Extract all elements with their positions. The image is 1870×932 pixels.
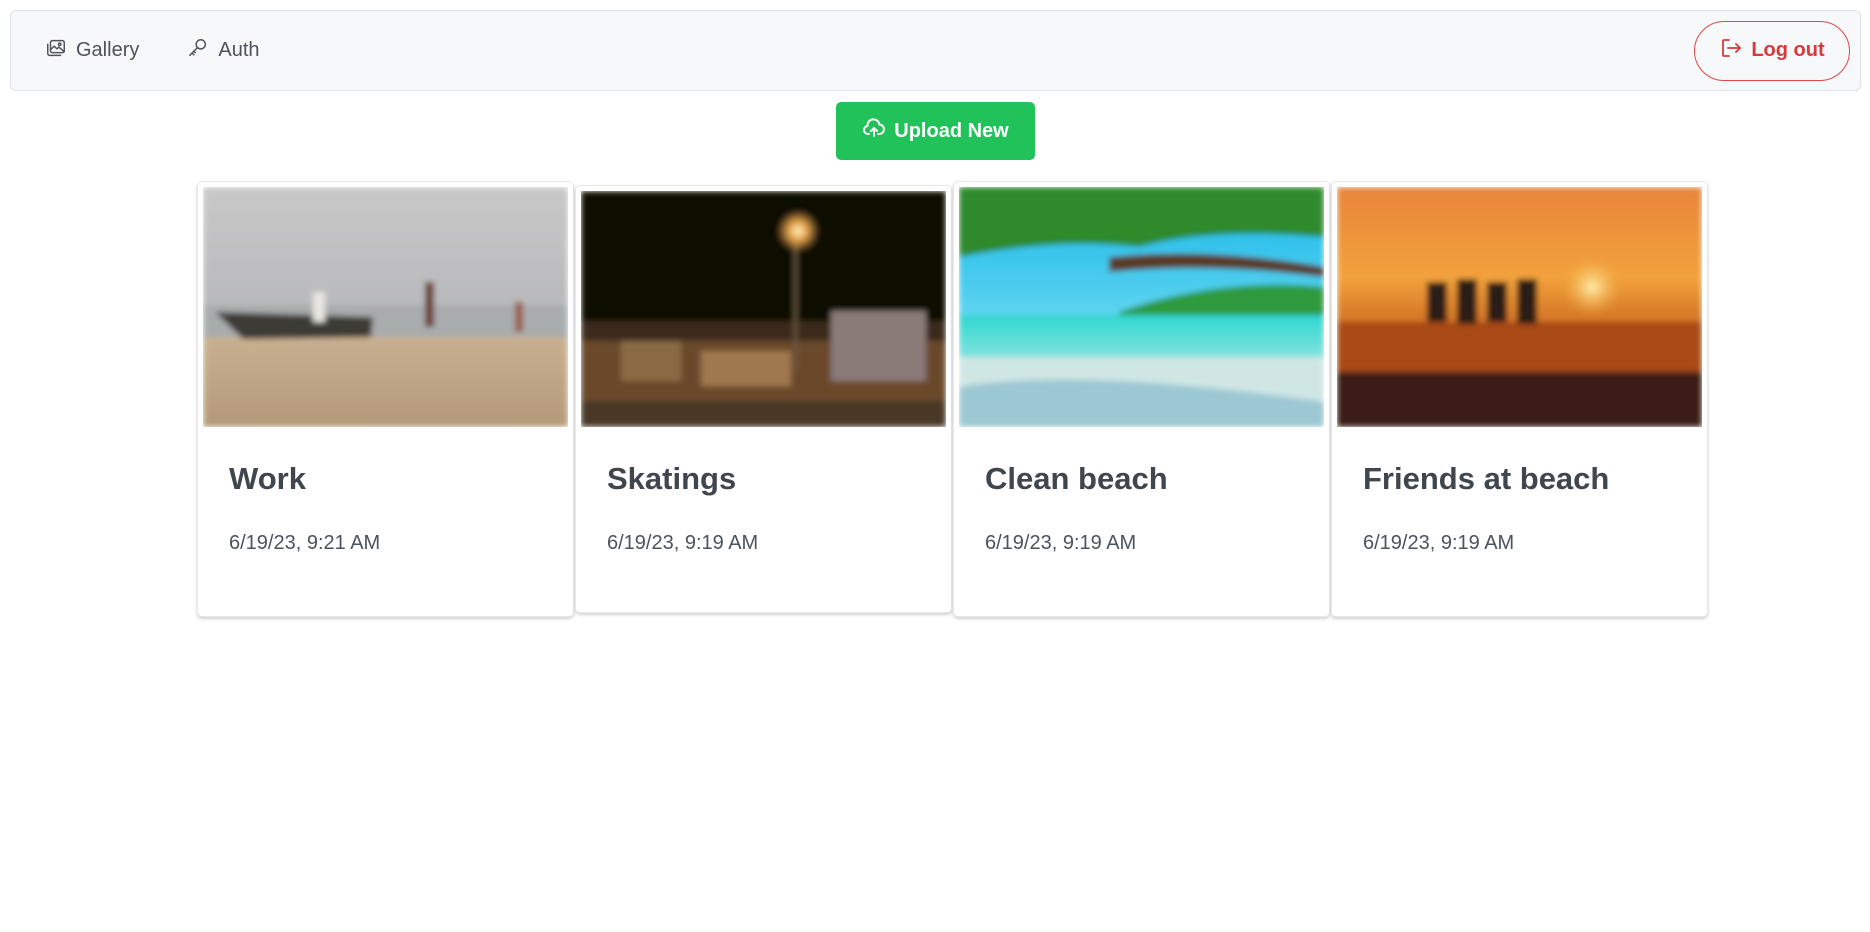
gallery-card[interactable]: Skatings 6/19/23, 9:19 AM: [575, 185, 952, 613]
card-date: 6/19/23, 9:19 AM: [985, 532, 1137, 554]
nav-links: Gallery Auth: [45, 37, 260, 65]
card-title: Skatings: [607, 461, 737, 496]
gallery-card[interactable]: Friends at beach 6/19/23, 9:19 AM: [1331, 181, 1708, 617]
upload-new-button[interactable]: Upload New: [836, 102, 1035, 160]
card-title: Work: [229, 461, 306, 496]
nav-auth-label: Auth: [218, 39, 260, 61]
sunset-beach-photo: [1337, 187, 1702, 427]
card-image: [203, 187, 568, 427]
card-image: [1337, 187, 1702, 427]
nav-auth-link[interactable]: Auth: [187, 37, 260, 65]
logout-icon: [1719, 36, 1743, 66]
top-navbar: Gallery Auth Log out: [10, 10, 1861, 91]
cloud-upload-icon: [862, 116, 886, 146]
night-street-photo: [581, 191, 946, 427]
beach-boat-photo: [203, 187, 568, 427]
gallery-card[interactable]: Work 6/19/23, 9:21 AM: [197, 181, 574, 617]
card-date: 6/19/23, 9:21 AM: [229, 532, 381, 554]
card-date: 6/19/23, 9:19 AM: [607, 532, 759, 554]
upload-new-label: Upload New: [894, 119, 1009, 142]
nav-gallery-link[interactable]: Gallery: [45, 37, 139, 65]
nav-gallery-label: Gallery: [76, 39, 140, 61]
logout-button[interactable]: Log out: [1694, 20, 1850, 81]
images-icon: [45, 37, 67, 65]
gallery-card[interactable]: Clean beach 6/19/23, 9:19 AM: [953, 181, 1330, 617]
card-image: [959, 187, 1324, 427]
logout-label: Log out: [1751, 39, 1825, 61]
card-date: 6/19/23, 9:19 AM: [1363, 532, 1515, 554]
tropical-beach-photo: [959, 187, 1324, 427]
key-icon: [187, 37, 209, 65]
card-image: [581, 191, 946, 427]
card-title: Clean beach: [985, 461, 1168, 496]
card-title: Friends at beach: [1363, 461, 1610, 496]
